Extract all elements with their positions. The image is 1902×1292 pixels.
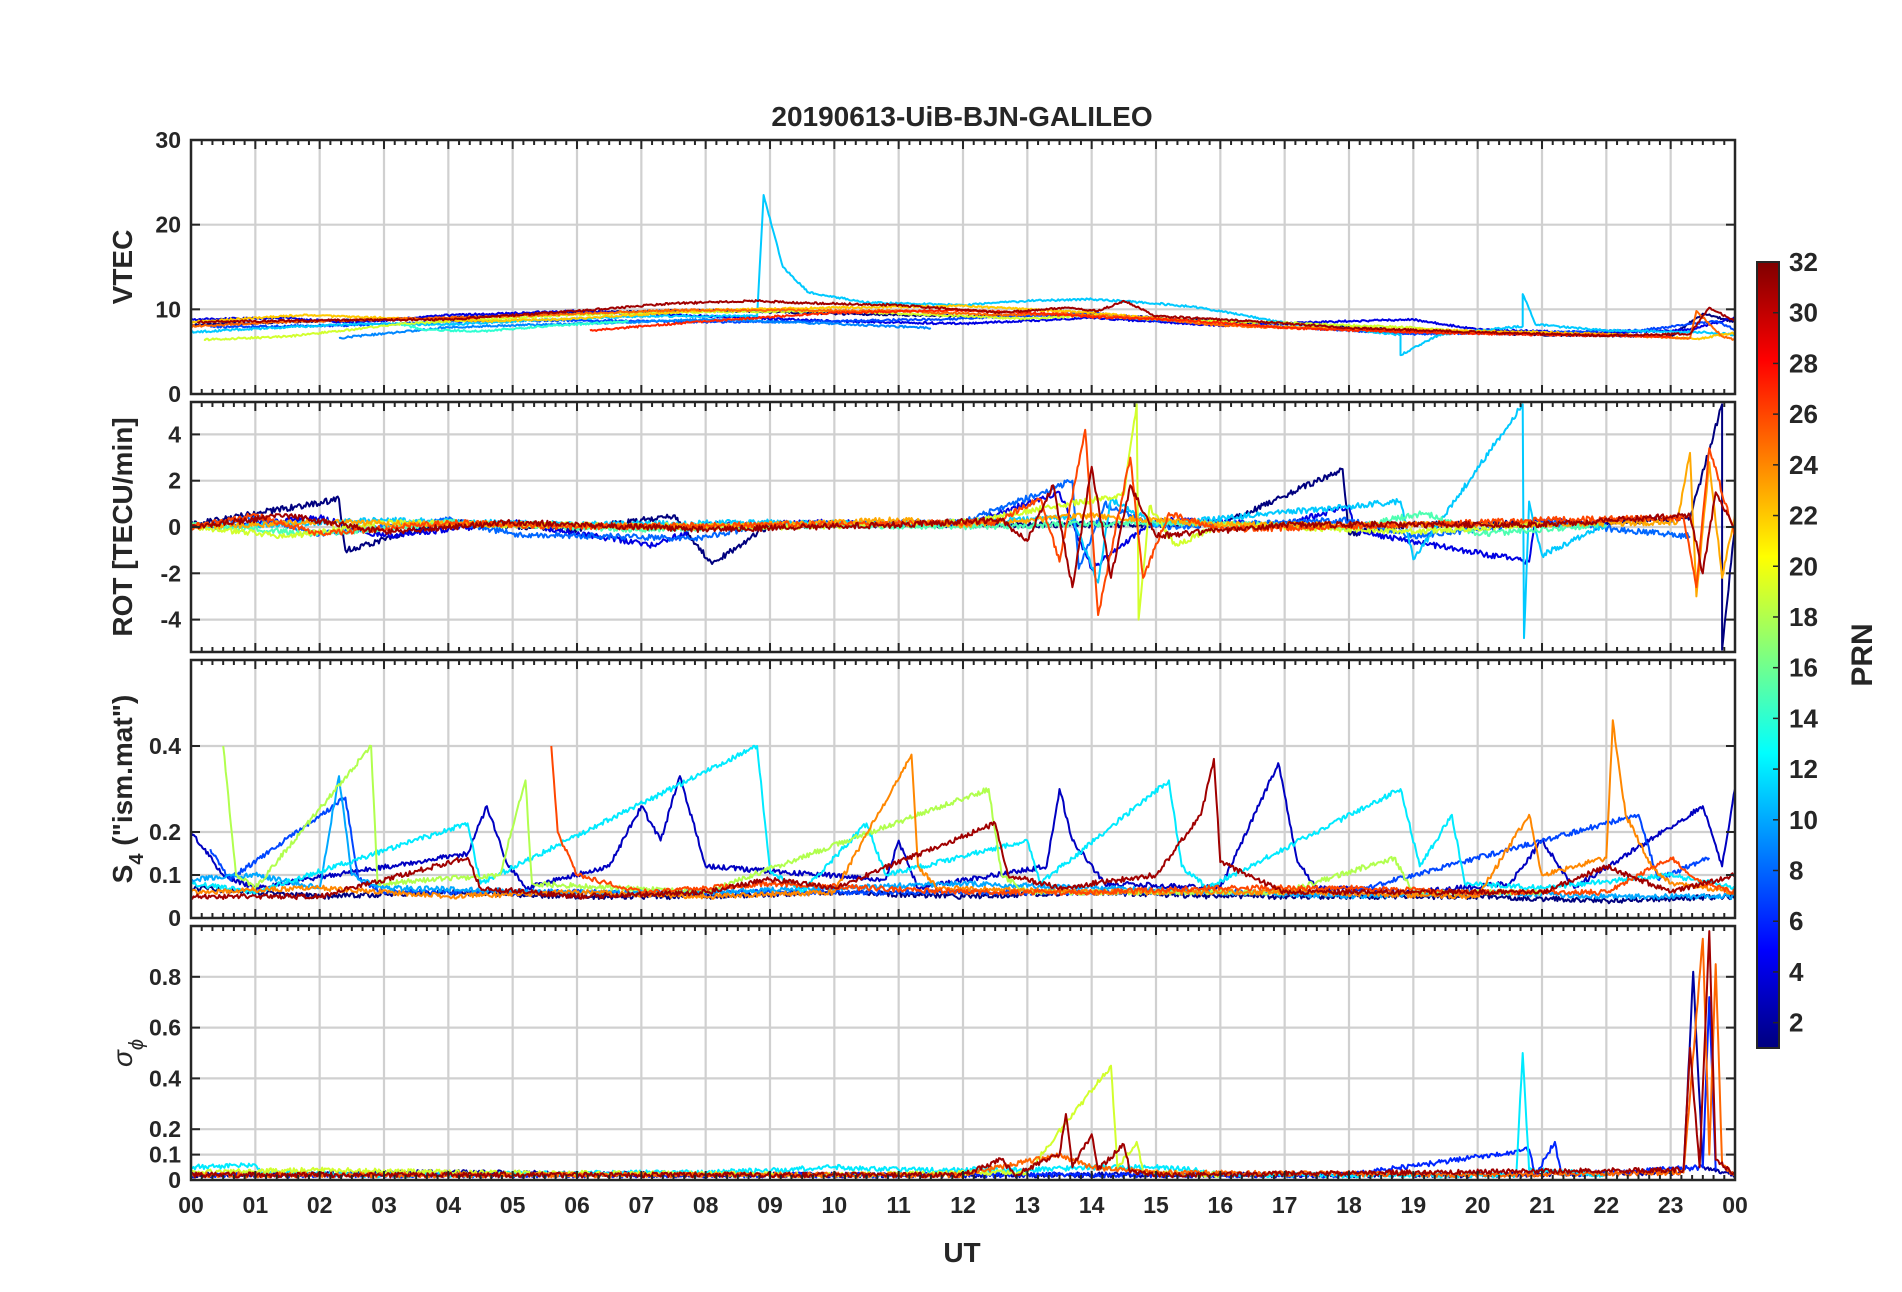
x-tick-label: 03: [371, 1192, 397, 1218]
colorbar-label: PRN: [1846, 623, 1879, 686]
x-tick-label: 07: [629, 1192, 655, 1218]
x-tick-label: 20: [1465, 1192, 1491, 1218]
y-tick-label: 20: [155, 212, 181, 238]
x-tick-label: 00: [178, 1192, 204, 1218]
y-tick-label: 0: [168, 1167, 181, 1193]
y-tick-label: 0.4: [149, 733, 181, 759]
colorbar-tick-label: 28: [1789, 348, 1818, 378]
x-tick-label: 13: [1015, 1192, 1041, 1218]
colorbar-tick-label: 24: [1789, 450, 1818, 480]
colorbar-tick-label: 16: [1789, 653, 1818, 683]
y-tick-label: 0.1: [149, 1142, 181, 1168]
x-tick-label: 01: [243, 1192, 269, 1218]
y-tick-label: 0.2: [149, 819, 181, 845]
x-tick-label: 14: [1079, 1192, 1105, 1218]
colorbar-tick-label: 10: [1789, 805, 1818, 835]
x-tick-label: 09: [757, 1192, 783, 1218]
y-tick-label: 0.6: [149, 1015, 181, 1041]
colorbar-tick-label: 2: [1789, 1008, 1803, 1038]
panels: 0102030VTEC-4-2024ROT [TECU/min]00.10.20…: [107, 127, 1748, 1218]
y-axis-label-main: S: [107, 865, 138, 884]
colorbar-tick-label: 14: [1789, 703, 1818, 733]
colorbar-tick-label: 22: [1789, 501, 1818, 531]
chart-title: 20190613-UiB-BJN-GALILEO: [771, 101, 1152, 132]
colorbar-tick-label: 4: [1789, 957, 1804, 987]
colorbar-tick-label: 26: [1789, 399, 1818, 429]
y-axis-label-main: σ: [107, 1049, 138, 1067]
x-tick-label: 11: [887, 1192, 912, 1218]
x-tick-label: 00: [1722, 1192, 1748, 1218]
colorbar-tick-label: 12: [1789, 754, 1818, 784]
y-tick-label: 10: [155, 296, 181, 322]
y-tick-label: 0: [168, 514, 181, 540]
x-tick-label: 04: [436, 1192, 462, 1218]
y-tick-label: 30: [155, 127, 181, 153]
x-tick-label: 18: [1336, 1192, 1362, 1218]
colorbar-tick-label: 6: [1789, 906, 1803, 936]
y-tick-label: 4: [168, 421, 181, 447]
y-tick-label: 0: [168, 905, 181, 931]
x-tick-label: 02: [307, 1192, 333, 1218]
y-tick-label: -2: [161, 560, 181, 586]
colorbar-tick-label: 20: [1789, 551, 1818, 581]
x-tick-label: 06: [564, 1192, 590, 1218]
y-tick-label: -4: [161, 607, 182, 633]
y-axis-label-rot: ROT [TECU/min]: [107, 417, 138, 636]
x-tick-label: 16: [1208, 1192, 1234, 1218]
panel-vtec: 0 10 20 30 VTEC: [107, 127, 1737, 407]
colorbar-tick-label: 30: [1789, 298, 1818, 328]
y-axis-label-sub: ϕ: [126, 1039, 148, 1050]
x-tick-label: 10: [822, 1192, 848, 1218]
y-tick-label: 0.2: [149, 1116, 181, 1142]
x-tick-label: 12: [950, 1192, 976, 1218]
x-tick-label: 17: [1272, 1192, 1298, 1218]
colorbar-tick-label: 32: [1789, 247, 1818, 277]
x-tick-label: 21: [1529, 1192, 1555, 1218]
colorbar-tick-label: 18: [1789, 602, 1818, 632]
panel-s4: 00.10.20.4S4 ("ism.mat"): [107, 658, 1737, 931]
y-tick-label: 0.4: [149, 1065, 181, 1091]
x-axis-label: UT: [943, 1237, 980, 1268]
y-tick-label: 0.8: [149, 964, 181, 990]
figure: 20190613-UiB-BJN-GALILEO UT 0102030VTEC-…: [0, 0, 1902, 1292]
y-tick-label: 0.1: [149, 862, 181, 888]
x-tick-label: 19: [1401, 1192, 1427, 1218]
panel-rot: -4 -2 0 2 4 ROT [TECU/min]: [107, 400, 1737, 654]
colorbar-tick-label: 8: [1789, 856, 1803, 886]
y-tick-label: 0: [168, 381, 181, 407]
x-tick-label: 08: [693, 1192, 719, 1218]
y-tick-label: 2: [168, 468, 181, 494]
x-tick-label: 23: [1658, 1192, 1684, 1218]
x-tick-label: 15: [1143, 1192, 1169, 1218]
x-tick-label: 05: [500, 1192, 526, 1218]
y-axis-label-vtec: VTEC: [107, 230, 138, 305]
y-axis-label-rest: ("ism.mat"): [107, 695, 138, 854]
panel-sigma_phi: 00.10.2 0.4 0.6 0.8 00 01 02 03 04 05 06 07 08 09 10 11…: [107, 924, 1748, 1218]
colorbar-bar: [1756, 261, 1780, 1049]
x-tick-label: 22: [1594, 1192, 1620, 1218]
